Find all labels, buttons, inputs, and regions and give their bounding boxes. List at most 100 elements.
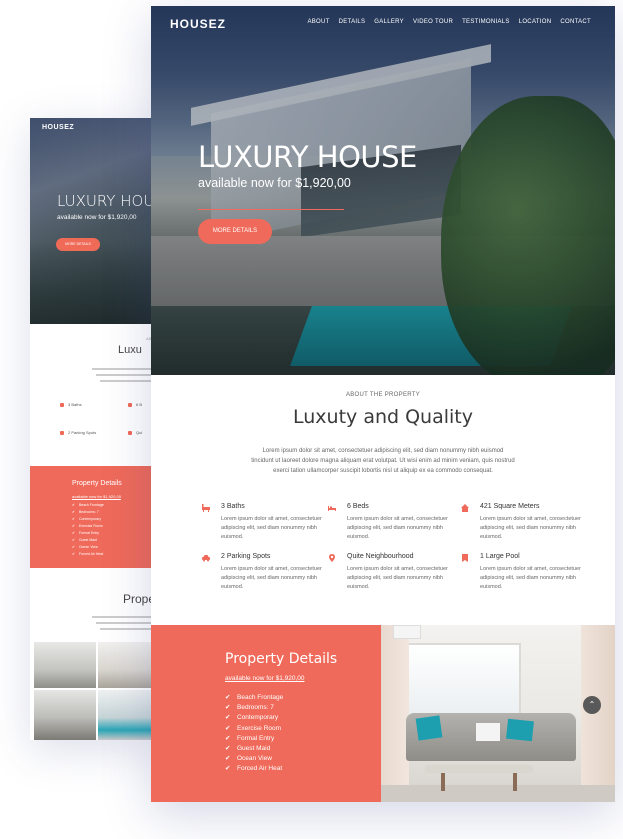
back-text-line [100,380,155,382]
room-table-leg [441,773,445,791]
front-page-preview: HOUSEZ ABOUT DETAILS GALLERY VIDEO TOUR … [151,6,615,802]
nav-item-video-tour[interactable]: VIDEO TOUR [413,19,453,25]
check-icon: ✔ [225,734,231,742]
back-text-line [96,374,155,376]
room-curtain [381,625,409,802]
bookmark-icon [460,553,470,563]
bed-icon [128,402,132,407]
back-hero: HOUSEZ LUXURY HOUS available now for $1,… [30,118,155,324]
feature-title: 2 Parking Spots [221,553,271,560]
room-pillow [476,723,500,741]
scroll-to-top-button[interactable]: ⌃ [583,696,601,714]
details-title: Property Details [225,651,338,667]
back-text-line [92,368,155,370]
feature-text: Lorem ipsum dolor sit amet, consectetuer… [347,566,448,590]
back-logo: HOUSEZ [42,124,75,131]
room-rug [381,785,615,802]
details-item-label: Forced Air Heat [237,765,283,773]
back-properties-section: Prope [30,568,155,640]
nav-item-gallery[interactable]: GALLERY [374,19,404,25]
details-list-item: ✔ Ocean View [225,754,283,764]
car-icon [60,430,64,435]
gallery-image[interactable] [34,690,96,740]
back-gallery [30,640,155,740]
nav-item-location[interactable]: LOCATION [519,19,552,25]
gallery-image[interactable] [34,642,96,688]
map-pin-icon [128,430,132,435]
back-about-section: ABO Luxu 3 Baths 6 B 2 Parking Spots Qui [30,324,155,466]
details-list-item: ✔ Exercise Room [225,724,283,734]
hero-divider [198,209,344,210]
check-icon: ✔ [225,744,231,752]
more-details-button[interactable]: MORE DETAILS [198,219,272,244]
hero-subtitle: available now for $1,920,00 [198,176,351,190]
details-list-item: ✔ Guest Maid [225,744,283,754]
nav-item-testimonials[interactable]: TESTIMONIALS [462,19,510,25]
details-item-label: Beach Frontage [237,694,284,701]
feature-text: Lorem ipsum dolor sit amet, consectetuer… [480,566,581,590]
details-item-label: Guest Maid [237,744,271,752]
bath-icon [201,503,211,513]
property-details-section: Property Details available now for $1,92… [151,625,381,802]
back-feature: 3 Baths [60,402,82,407]
check-icon: ✔ [225,724,231,732]
back-feature-label: Qui [136,430,143,435]
back-detail-item: Contemporary [72,517,101,521]
map-pin-icon [327,553,337,563]
nav-item-contact[interactable]: CONTACT [560,19,591,25]
back-feature-label: 3 Baths [68,402,82,407]
room-curtain [581,625,615,802]
gallery-image[interactable] [98,642,155,688]
feature-text: Lorem ipsum dolor sit amet, consectetuer… [347,516,448,540]
details-list: ✔ Beach Frontage ✔ Bedrooms: 7 ✔ Contempora… [225,693,283,775]
about-label: ABOUT THE PROPERTY [345,392,421,398]
room-lamp [393,625,421,639]
back-detail-item: Formal Entry [72,531,99,535]
back-detail-item: Forced Air Heat [72,552,103,556]
back-feature-label: 6 B [136,402,143,407]
nav-item-details[interactable]: DETAILS [339,19,366,25]
back-about-title: Luxu [118,344,142,356]
feature-text: Lorem ipsum dolor sit amet, consectetuer… [221,516,322,540]
feature-text: Lorem ipsum dolor sit amet, consectetuer… [221,566,322,590]
feature-title: 421 Square Meters [480,503,540,510]
details-item-label: Bedrooms: 7 [237,704,274,712]
gallery-image[interactable] [98,690,155,740]
back-hero-subtitle: available now for $1,920,00 [57,214,137,221]
check-icon: ✔ [225,755,231,763]
bed-icon [327,503,337,513]
check-icon: ✔ [225,714,231,722]
back-details-title: Property Details [72,480,122,487]
back-feature: 2 Parking Spots [60,430,96,435]
back-detail-item: Beach Frontage [72,503,104,507]
room-window [401,643,521,723]
details-item-label: Ocean View [237,755,272,763]
back-feature: Qui [128,430,142,435]
bath-icon [60,402,64,407]
back-hero-title: LUXURY HOUS [57,192,155,210]
room-table-leg [513,773,517,791]
check-icon: ✔ [225,765,231,773]
feature-title: 3 Baths [221,503,245,510]
details-list-item: ✔ Bedrooms: 7 [225,703,283,713]
feature-text: Lorem ipsum dolor sit amet, consectetuer… [480,516,581,540]
details-item-label: Contemporary [237,714,279,722]
details-list-item: ✔ Contemporary [225,713,283,723]
back-detail-item: Exercise Room [72,524,103,528]
main-nav: ABOUT DETAILS GALLERY VIDEO TOUR TESTIMO… [307,19,591,25]
back-detail-item: Bedrooms: 7 [72,510,99,514]
back-details-section: Property Details available now for $1,92… [30,466,155,568]
about-text: Lorem ipsum dolor sit amet, consectetuer… [251,448,515,474]
feature-title: Quite Neighbourhood [347,553,414,560]
about-title: Luxuty and Quality [293,406,473,428]
site-logo[interactable]: HOUSEZ [170,17,226,31]
details-item-label: Exercise Room [237,724,282,732]
back-more-details-button[interactable]: MORE DETAILS [56,238,100,251]
back-details-price: available now for $1,920,00 [72,494,121,499]
back-detail-item: Ocean View [72,545,98,549]
check-icon: ✔ [225,694,231,701]
nav-item-about[interactable]: ABOUT [307,19,329,25]
back-feature: 6 B [128,402,142,407]
back-feature-label: 2 Parking Spots [68,430,97,435]
details-list-item: ✔ Formal Entry [225,734,283,744]
